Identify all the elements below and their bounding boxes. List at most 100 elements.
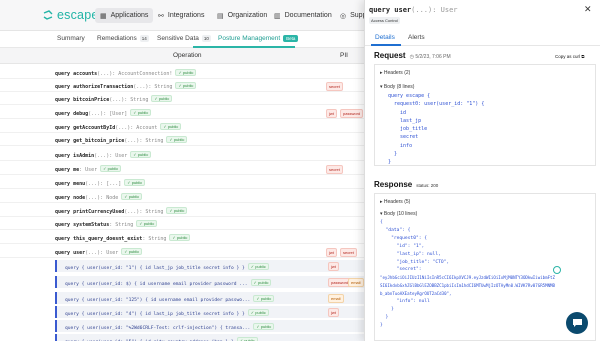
response-headers-label: Headers (5) <box>383 199 411 205</box>
public-badge: ✓ public <box>236 337 258 341</box>
operation-name: bitcoinPrice <box>73 97 110 103</box>
pii-badge: jwt <box>326 248 337 257</box>
response-code-line: "secret": <box>380 267 422 273</box>
table-row[interactable]: query this_query_doesnt_exist: String ✓ p… <box>0 231 370 244</box>
table-row[interactable]: query menu(...): [...] ✓ public <box>0 176 370 189</box>
response-body-code: { "data": { "request0": { "id": "1", "la… <box>380 219 555 330</box>
operation-keyword: query <box>55 111 71 117</box>
request-body-toggle[interactable]: ▾ Body (8 lines) <box>380 84 414 90</box>
nav-organization-label: Organization <box>227 12 268 19</box>
response-body-label: Body (10 lines) <box>383 211 418 217</box>
operation-cell: query get_bitcoin_price(...): String ✓ pu… <box>55 136 188 144</box>
chat-support-button[interactable] <box>566 312 588 334</box>
public-badge-label: public <box>258 280 269 285</box>
pii-badge: secret <box>326 165 343 174</box>
subquery-row[interactable]: query { user(user_id: "%2Wd6CRLF-Test: c… <box>55 320 370 332</box>
public-badge: ✓ public <box>250 279 272 286</box>
request-code-line: info <box>388 142 413 149</box>
subquery-code: query { user(user_id: $) { id username e… <box>65 282 248 287</box>
operation-name: accounts <box>73 71 98 77</box>
response-headers-toggle[interactable]: ▸ Headers (5) <box>380 199 410 205</box>
tab-sensitive-data-count: 10 <box>201 35 211 42</box>
tab-sensitive-data[interactable]: Sensitive Data 10 <box>157 35 211 42</box>
operation-signature: (...): AccountConnection! <box>97 71 173 77</box>
tab-summary[interactable]: Summary <box>57 35 85 42</box>
operation-keyword: query <box>55 138 71 144</box>
request-headers-toggle[interactable]: ▸ Headers (2) <box>380 70 410 76</box>
table-row[interactable]: query printCurrencyUsed(...): String ✓ pu… <box>0 204 370 217</box>
operation-signature: : User <box>79 167 98 173</box>
request-card: ▸ Headers (2) ▾ Body (8 lines) query esc… <box>374 64 596 166</box>
operation-keyword: query <box>55 125 71 131</box>
nav-applications[interactable]: ▦ Applications <box>95 8 154 23</box>
subquery-row[interactable]: query { user(user_id: $) { id username e… <box>55 276 370 288</box>
nav-organization[interactable]: ▤ Organization <box>212 8 272 23</box>
table-row[interactable]: query authorizeTransaction(...): String ✓… <box>0 79 370 92</box>
operation-name: menu <box>73 181 86 187</box>
nav-documentation[interactable]: ▥ Documentation <box>269 8 337 23</box>
escape-logo[interactable]: escape <box>42 8 99 22</box>
public-badge: ✓ public <box>130 109 152 116</box>
close-icon[interactable]: ✕ <box>584 4 592 15</box>
operation-detail-panel: query user(...): User Access Control ✕ D… <box>364 0 600 341</box>
nav-integrations[interactable]: ⚯ Integrations <box>153 8 209 23</box>
subquery-row[interactable]: query { user(user_id: "125") { id userna… <box>55 292 370 304</box>
response-code-line: "data": { <box>380 227 411 233</box>
subquery-text: query { user(user_id: "5") { id city cou… <box>65 337 258 341</box>
response-section-title: Response status: 200 <box>374 180 438 189</box>
public-badge-label: public <box>167 124 179 129</box>
table-row[interactable]: query getAccountById(...): Account ✓ publ… <box>0 120 370 133</box>
public-badge: ✓ public <box>175 69 197 76</box>
operation-signature: : String <box>109 222 134 228</box>
request-code-line: } <box>388 159 392 166</box>
operation-signature: (...): String <box>109 97 149 103</box>
operation-keyword: query <box>55 195 71 201</box>
operation-keyword: query <box>55 250 71 256</box>
tab-alerts[interactable]: Alerts <box>408 34 425 41</box>
subquery-row[interactable]: query { user(user_id: "4") { id last_ip … <box>55 306 370 318</box>
operation-cell: query printCurrencyUsed(...): String ✓ pu… <box>55 207 188 215</box>
table-row[interactable]: query systemStatus: String ✓ public <box>0 217 370 230</box>
request-code-line: secret <box>388 134 419 141</box>
request-code-line: job_title <box>388 126 428 133</box>
response-code-line: "eyJhbGciOiJIUzI1NiIsInR5cCI6IkpXVCJ9.ey… <box>380 275 555 281</box>
pii-badge: email <box>348 278 364 287</box>
table-row[interactable]: query me: User ✓ public secret <box>0 162 370 175</box>
pii-badge: jwt <box>328 262 339 271</box>
table-row[interactable]: query accounts(...): AccountConnection! ✓… <box>0 66 370 79</box>
operation-signature: (...): User <box>94 153 128 159</box>
table-row[interactable]: query isAdmin(...): User ✓ public <box>0 148 370 161</box>
pii-badge: jwt <box>326 109 337 118</box>
operation-signature: (...): String <box>133 84 173 90</box>
subquery-code: query { user(user_id: "%2Wd6CRLF-Test: c… <box>65 326 251 331</box>
public-badge: ✓ public <box>166 136 188 143</box>
subquery-row[interactable]: query { user(user_id: "1") { id last_jp … <box>55 260 370 272</box>
tab-details[interactable]: Details <box>375 34 395 41</box>
operation-cell: query menu(...): [...] ✓ public <box>55 179 146 187</box>
tab-posture-management[interactable]: Posture Management Beta <box>218 35 299 42</box>
public-badge: ✓ public <box>136 220 158 227</box>
operation-name: get_bitcoin_price <box>73 138 125 144</box>
response-body-toggle[interactable]: ▾ Body (10 lines) <box>380 211 417 217</box>
table-row[interactable]: query user(...): User ✓ public jwt secret <box>0 245 370 258</box>
operation-signature: (...): [User] <box>88 111 128 117</box>
operation-keyword: query <box>55 84 71 90</box>
public-badge-label: public <box>107 166 119 171</box>
tab-remediations[interactable]: Remediations 14 <box>97 35 149 42</box>
plug-icon: ⚯ <box>158 12 164 20</box>
public-badge-label: public <box>255 264 266 269</box>
operation-signature: (...): String <box>124 138 164 144</box>
copy-as-curl-button[interactable]: Copy as curl ⧉ <box>555 54 584 59</box>
subquery-row[interactable]: query { user(user_id: "5") { id city cou… <box>55 334 370 341</box>
public-badge-label: public <box>128 249 140 254</box>
table-row[interactable]: query bitcoinPrice(...): String ✓ public <box>0 92 370 105</box>
table-row[interactable]: query get_bitcoin_price(...): String ✓ pu… <box>0 133 370 146</box>
table-row[interactable]: query node(...): Node ✓ public <box>0 190 370 203</box>
table-row[interactable]: query debug(...): [User] ✓ public jwt passw… <box>0 106 370 119</box>
application-tabs: Summary Remediations 14 Sensitive Data 1… <box>0 31 370 48</box>
request-code-line: query escape { <box>388 93 431 99</box>
operation-name: authorizeTransaction <box>73 84 134 90</box>
response-code-line: } <box>380 314 389 320</box>
public-badge: ✓ public <box>130 151 152 158</box>
public-badge: ✓ public <box>247 309 269 316</box>
